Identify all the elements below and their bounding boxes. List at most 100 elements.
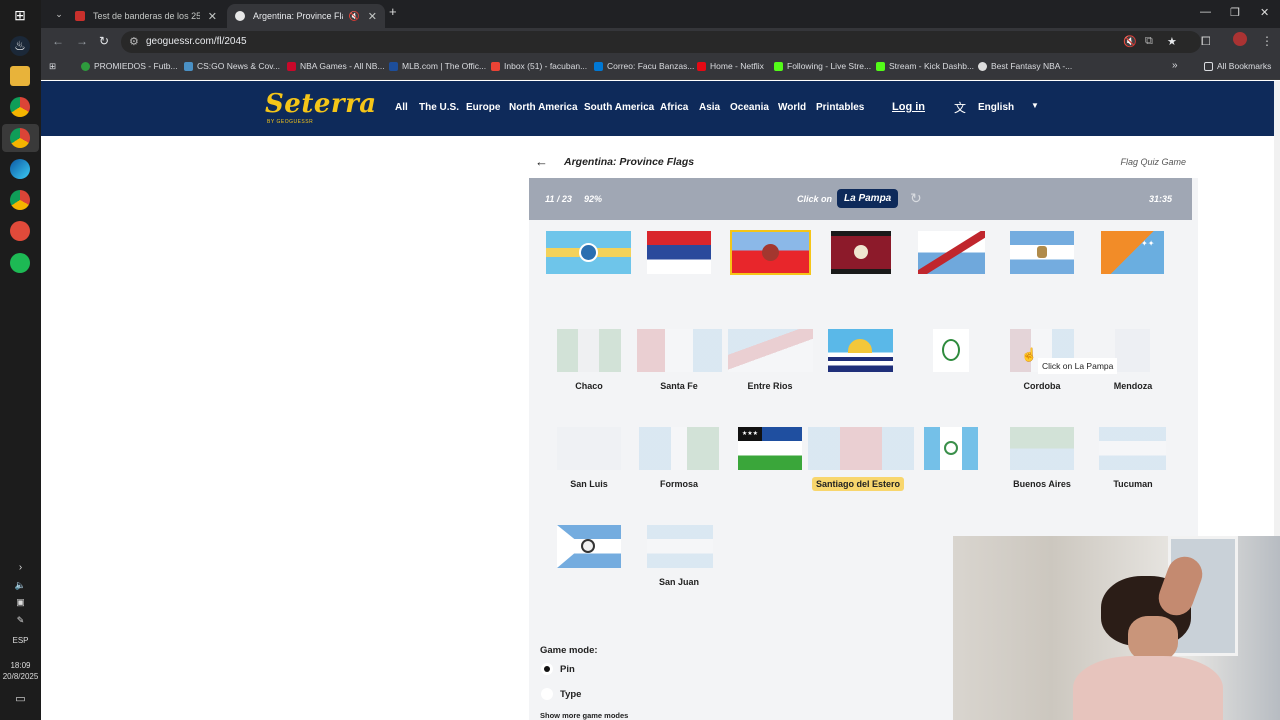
nav-all[interactable]: All — [395, 102, 408, 113]
spotify-icon[interactable] — [10, 253, 30, 273]
back-arrow-icon[interactable]: ← — [535, 154, 548, 169]
flag-label: Santa Fe — [660, 381, 698, 391]
webcam-overlay — [953, 536, 1280, 720]
laurel-icon — [942, 339, 960, 361]
flag-label: San Juan — [658, 577, 699, 587]
apps-icon[interactable]: ⊞ — [49, 61, 56, 72]
flag-option-answered — [728, 329, 813, 372]
window-close-icon[interactable]: ✕ — [1260, 6, 1269, 19]
nav-south-america[interactable]: South America — [584, 102, 654, 113]
mode-pin-label[interactable]: Pin — [560, 664, 575, 675]
tray-network-icon[interactable]: ▣ — [0, 597, 41, 607]
cast-icon[interactable]: ⧉ — [1145, 35, 1153, 48]
minimize-icon[interactable]: — — [1200, 6, 1211, 18]
close-icon[interactable]: ✕ — [368, 10, 377, 23]
chevron-down-icon[interactable]: ▼ — [1031, 101, 1039, 110]
bookmark-outlook[interactable]: Correo: Facu Banzas... — [594, 61, 694, 71]
extensions-icon[interactable]: ⧠ — [1201, 34, 1211, 49]
file-explorer-icon[interactable] — [10, 66, 30, 86]
mode-type-radio[interactable] — [541, 688, 553, 700]
site-info-icon[interactable]: ⚙ — [129, 35, 139, 48]
nav-north-america[interactable]: North America — [509, 102, 578, 113]
bookmark-promiedos[interactable]: PROMIEDOS - Futb... — [81, 61, 178, 71]
bookmark-gmail[interactable]: Inbox (51) - facuban... — [491, 61, 587, 71]
bookmark-fantasy[interactable]: Best Fantasy NBA -... — [978, 61, 1072, 71]
nav-asia[interactable]: Asia — [699, 102, 720, 113]
reload-icon[interactable]: ↻ — [99, 34, 109, 48]
new-tab-icon[interactable]: + — [389, 4, 397, 19]
tab-argentina-flags[interactable]: Argentina: Province Flags - Flag Quiz 🔇 … — [227, 4, 385, 28]
flag-option-selected[interactable] — [730, 230, 811, 275]
address-bar[interactable]: ⚙ geoguessr.com/fl/2045 🔇 ⧉ ★ — [121, 31, 1201, 53]
flag-option[interactable] — [557, 525, 621, 568]
muted-icon[interactable]: 🔇 — [349, 11, 360, 22]
close-icon[interactable]: ✕ — [208, 10, 217, 23]
nav-oceania[interactable]: Oceania — [730, 102, 769, 113]
nav-printables[interactable]: Printables — [816, 102, 864, 113]
tray-audio-icon[interactable]: 🔈 — [0, 580, 41, 590]
back-icon[interactable]: ← — [52, 34, 64, 48]
steam-icon[interactable]: ♨ — [10, 36, 30, 56]
flag-option[interactable] — [647, 231, 711, 274]
bookmark-mlb[interactable]: MLB.com | The Offic... — [389, 61, 486, 71]
seterra-logo[interactable]: Seterra — [265, 89, 377, 119]
game-type: Flag Quiz Game — [1120, 157, 1186, 167]
flag-option[interactable] — [933, 329, 969, 372]
bookmark-nba[interactable]: NBA Games - All NB... — [287, 61, 385, 71]
restart-icon[interactable]: ↻ — [910, 190, 922, 207]
bookmark-star-icon[interactable]: ★ — [1167, 35, 1177, 48]
tab-search-icon[interactable]: ⌄ — [49, 4, 69, 24]
tray-chevron-icon[interactable]: › — [0, 563, 41, 573]
logo-subtitle: BY GEOGUESSR — [267, 119, 314, 125]
flag-option[interactable] — [1010, 231, 1074, 274]
tray-pen-icon[interactable]: ✎ — [0, 615, 41, 625]
click-on-label: Click on — [797, 194, 833, 204]
browser-toolbar: ← → ↻ ⚙ geoguessr.com/fl/2045 🔇 ⧉ ★ ⧠ ⋮ — [41, 28, 1280, 56]
bookmark-netflix[interactable]: Home - Netflix — [697, 61, 764, 71]
flag-option[interactable] — [828, 329, 893, 372]
chrome-profile-icon[interactable] — [10, 128, 30, 148]
flag-option[interactable]: ★★★ — [738, 427, 802, 470]
bookmark-kick-following[interactable]: Following - Live Stre... — [774, 61, 871, 71]
notification-icon[interactable]: ▭ — [0, 694, 41, 705]
menu-icon[interactable]: ⋮ — [1261, 34, 1273, 48]
nav-world[interactable]: World — [778, 102, 806, 113]
windows-taskbar: ⊞ ♨ › 🔈 ▣ ✎ ESP 18:09 20/8/2025 ▭ — [0, 0, 41, 720]
hand-cursor-icon: ☝ — [1021, 347, 1038, 362]
tab-muted-icon[interactable]: 🔇 — [1123, 35, 1137, 48]
forward-icon[interactable]: → — [76, 34, 88, 48]
restore-icon[interactable]: ❐ — [1230, 6, 1240, 19]
bookmarks-overflow-icon[interactable]: » — [1172, 60, 1178, 71]
mode-pin-radio[interactable] — [541, 663, 553, 675]
flag-option-answered — [639, 427, 719, 470]
url-text[interactable]: geoguessr.com/fl/2045 — [146, 36, 247, 47]
stars-icon: ✦✦ — [1141, 239, 1155, 248]
login-link[interactable]: Log in — [892, 101, 925, 113]
windows-start-icon[interactable]: ⊞ — [10, 5, 30, 25]
tray-date[interactable]: 20/8/2025 — [0, 672, 41, 682]
tray-language[interactable]: ESP — [0, 636, 41, 646]
bookmark-kick-dashboard[interactable]: Stream - Kick Dashb... — [876, 61, 974, 71]
flag-option-answered — [1099, 427, 1166, 470]
show-more-modes-link[interactable]: Show more game modes — [540, 711, 628, 720]
tray-time[interactable]: 18:09 — [0, 661, 41, 671]
edge-icon[interactable] — [10, 159, 30, 179]
bookmarks-bar: ⊞ PROMIEDOS - Futb... CS:GO News & Cov..… — [41, 56, 1280, 80]
chrome-icon[interactable] — [10, 97, 30, 117]
nav-africa[interactable]: Africa — [660, 102, 688, 113]
profile-avatar[interactable] — [1233, 32, 1247, 46]
mode-type-label[interactable]: Type — [560, 689, 581, 700]
tab-banderas[interactable]: Test de banderas de los 254 países ✕ — [67, 4, 225, 28]
flag-option[interactable]: ✦✦ — [1101, 231, 1164, 274]
flag-option[interactable] — [924, 427, 978, 470]
nav-us[interactable]: The U.S. — [419, 102, 459, 113]
obs-icon[interactable] — [10, 221, 30, 241]
bookmark-csgo[interactable]: CS:GO News & Cov... — [184, 61, 280, 71]
flag-option[interactable] — [546, 231, 631, 274]
chrome-alt-icon[interactable] — [10, 190, 30, 210]
language-select[interactable]: English — [978, 102, 1014, 113]
all-bookmarks[interactable]: All Bookmarks — [1204, 61, 1271, 71]
flag-option[interactable] — [918, 231, 985, 274]
nav-europe[interactable]: Europe — [466, 102, 500, 113]
flag-option[interactable] — [831, 231, 891, 274]
